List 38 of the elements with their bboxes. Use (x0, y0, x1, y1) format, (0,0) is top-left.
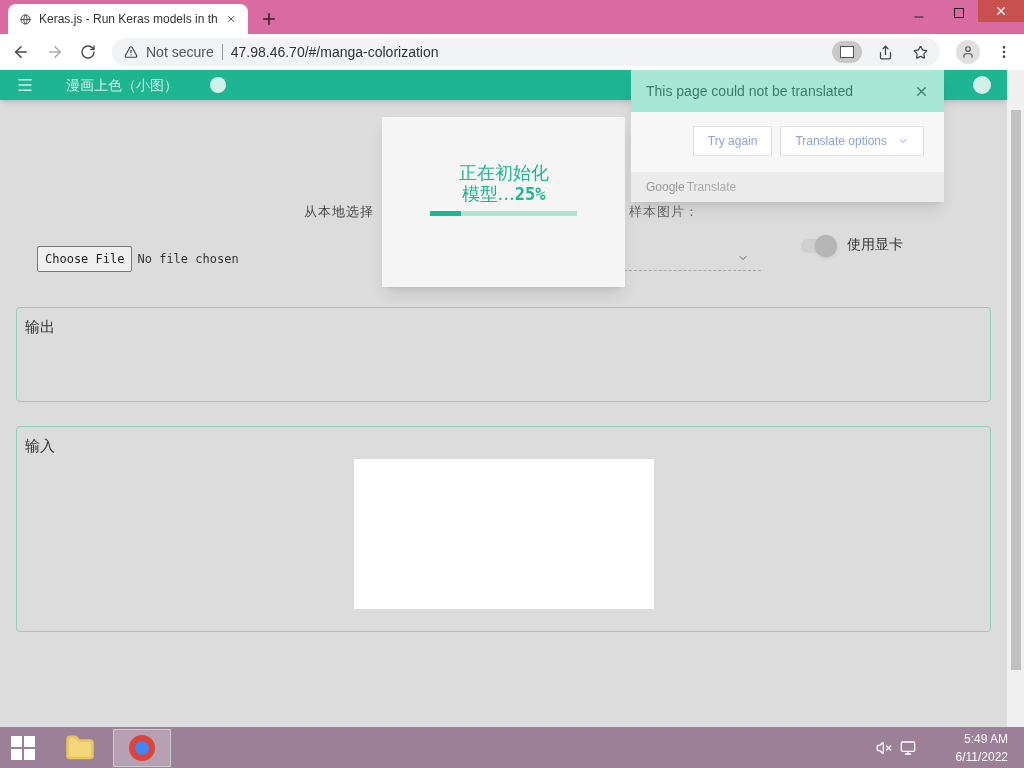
clock-time: 5:49 AM (963, 730, 1008, 748)
restore-icon[interactable] (954, 8, 964, 18)
page-title: 漫画上色（小图） (66, 75, 178, 95)
warning-icon (124, 45, 138, 59)
forward-icon[interactable] (46, 43, 64, 61)
back-icon[interactable] (12, 43, 30, 61)
tab-title: Keras.js - Run Keras models in th (39, 11, 218, 28)
security-label: Not secure (146, 42, 214, 62)
choose-file-button[interactable]: Choose File (37, 245, 133, 272)
network-icon[interactable] (899, 739, 916, 756)
browser-taskbar-button[interactable] (113, 728, 171, 767)
browser-tab[interactable]: Keras.js - Run Keras models in th (8, 4, 248, 34)
translate-label: Translate (686, 179, 737, 196)
new-tab-icon[interactable] (260, 10, 278, 28)
panel-title: 输出 (25, 316, 55, 337)
start-icon[interactable] (11, 735, 35, 760)
reload-icon[interactable] (80, 44, 96, 60)
mute-icon[interactable] (875, 739, 892, 756)
loading-percent: 25% (514, 183, 546, 205)
star-icon[interactable] (913, 44, 928, 60)
profile-button[interactable] (956, 40, 980, 64)
close-icon (994, 4, 1008, 18)
globe-icon (20, 11, 31, 27)
url-text: 47.98.46.70/#/manga-colorization (230, 42, 439, 62)
address-bar[interactable]: Not secure 47.98.46.70/#/manga-colorization (112, 38, 940, 66)
share-icon[interactable] (878, 44, 893, 60)
intro-text: 样本图片： (629, 203, 699, 221)
loading-text: 模型... (461, 183, 515, 205)
translate-message: This page could not be translated (646, 81, 854, 101)
file-status: No file chosen (137, 250, 239, 268)
clock-date: 6/11/2022 (955, 748, 1008, 766)
intro-text: 从本地选择 (304, 203, 375, 221)
gpu-label: 使用显卡 (846, 235, 903, 254)
person-icon (961, 45, 975, 59)
panel-title: 输入 (25, 435, 55, 456)
loading-text: 正在初始化 (458, 163, 549, 183)
google-brand: Google (646, 179, 685, 196)
window-close-button[interactable] (978, 0, 1024, 22)
